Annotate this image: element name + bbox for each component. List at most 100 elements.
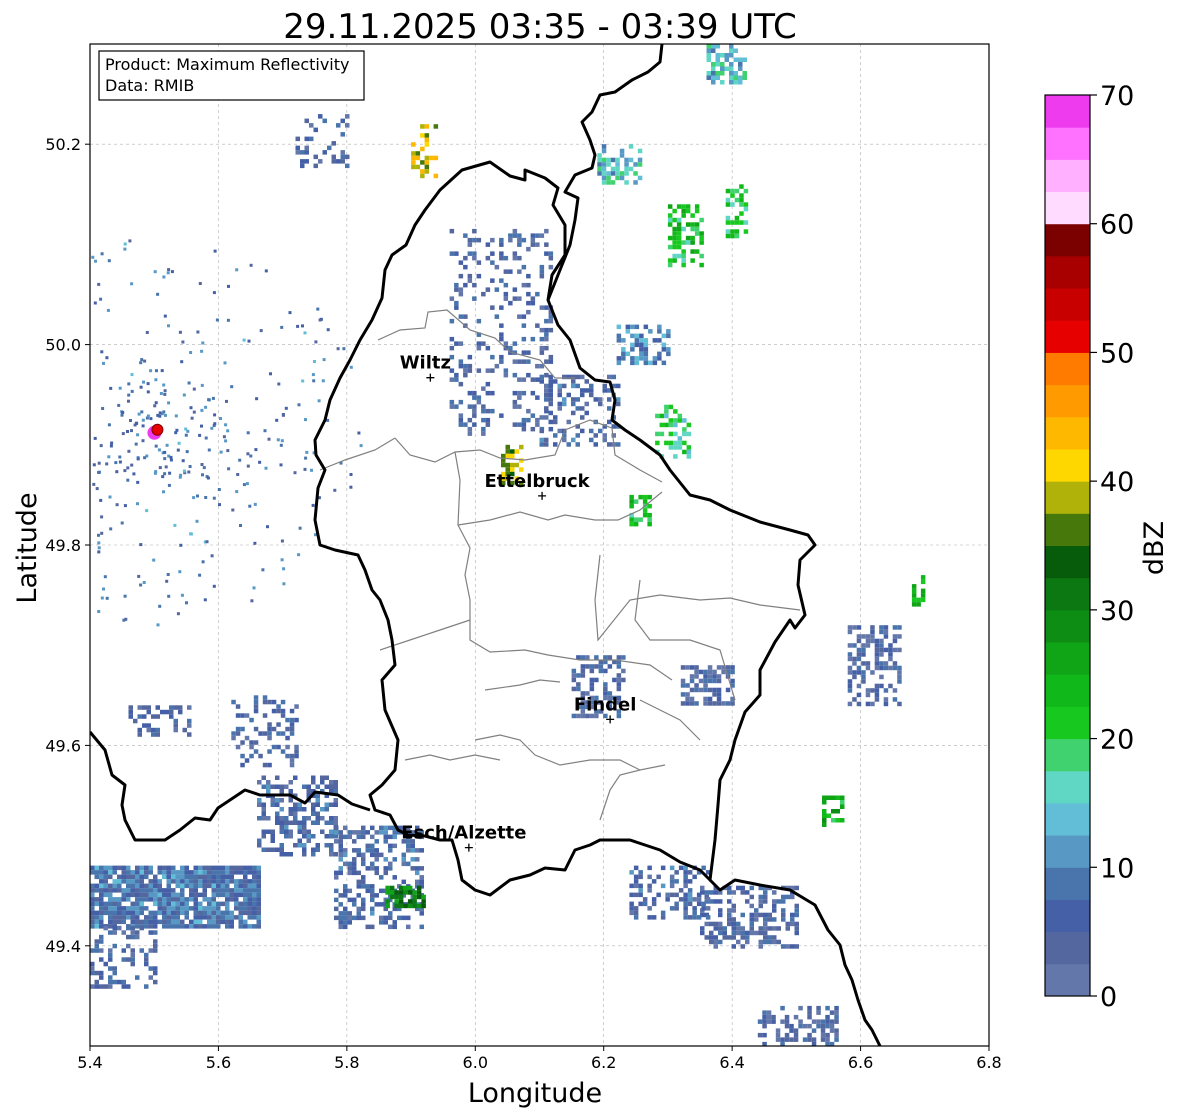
y-tick-label-3: 50.0: [45, 336, 81, 355]
echo-pixel: [772, 926, 777, 931]
echo-pixel: [689, 665, 695, 670]
colorbar-segment-7: [1045, 738, 1090, 772]
echo-pixel: [745, 930, 750, 936]
echo-pixel: [347, 911, 352, 916]
echo-pixel: [261, 807, 266, 812]
echo-pixel: [90, 919, 95, 925]
echo-pixel: [266, 780, 271, 785]
echo-pixel: [144, 919, 149, 925]
echo-pixel: [338, 830, 343, 835]
echo-pixel: [256, 883, 261, 889]
echo-pixel: [229, 910, 234, 916]
echo-pixel: [361, 879, 366, 885]
echo-pixel: [690, 249, 695, 254]
echo-pixel: [647, 865, 652, 871]
echo-pixel: [139, 888, 144, 893]
echo-pixel: [629, 503, 634, 509]
echo-pixel: [594, 677, 599, 683]
echo-pixel: [668, 440, 674, 446]
echo-pixel: [580, 392, 585, 398]
echo-pixel: [315, 820, 320, 825]
echo-pixel: [275, 847, 280, 852]
echo-pixel: [690, 226, 695, 232]
echo-pixel: [566, 442, 571, 447]
echo-pixel: [467, 237, 473, 243]
echo-pixel: [334, 897, 339, 903]
echo-pixel: [730, 669, 735, 675]
clutter-pixel: [217, 488, 221, 491]
echo-pixel: [694, 683, 699, 688]
echo-pixel: [202, 870, 207, 875]
echo-pixel: [647, 888, 652, 893]
echo-pixel: [834, 1032, 839, 1038]
echo-pixel: [694, 222, 700, 227]
echo-pixel: [593, 397, 598, 402]
echo-pixel: [638, 517, 643, 522]
echo-pixel: [338, 920, 343, 925]
echo-pixel: [661, 347, 667, 352]
echo-pixel: [270, 834, 275, 839]
echo-pixel: [651, 901, 657, 907]
echo-pixel: [530, 377, 536, 382]
echo-pixel: [415, 151, 421, 156]
echo-pixel: [202, 924, 207, 929]
echo-pixel: [184, 906, 189, 911]
clutter-pixel: [223, 361, 227, 365]
echo-pixel: [284, 829, 289, 834]
clutter-pixel: [100, 531, 104, 535]
echo-pixel: [257, 802, 262, 807]
echo-pixel: [794, 930, 799, 936]
clutter-pixel: [97, 282, 101, 286]
echo-pixel: [807, 1005, 812, 1011]
clutter-pixel: [296, 324, 300, 328]
echo-pixel: [512, 228, 518, 234]
echo-pixel: [696, 915, 702, 920]
echo-pixel: [458, 341, 464, 346]
echo-pixel: [601, 166, 607, 172]
echo-pixel: [99, 910, 104, 916]
echo-pixel: [548, 327, 554, 333]
echo-pixel: [108, 952, 113, 958]
clutter-pixel: [163, 389, 167, 393]
echo-pixel: [512, 287, 518, 292]
echo-pixel: [892, 634, 898, 639]
echo-pixel: [789, 1028, 794, 1033]
city-label-1: Ettelbruck: [485, 471, 591, 492]
echo-pixel: [415, 848, 420, 853]
colorbar-segment-23: [1045, 223, 1090, 257]
echo-pixel: [121, 930, 126, 935]
echo-pixel: [454, 282, 459, 288]
echo-pixel: [415, 155, 421, 161]
echo-pixel: [672, 258, 677, 263]
echo-pixel: [678, 897, 684, 902]
echo-pixel: [544, 397, 549, 402]
echo-pixel: [745, 890, 750, 895]
echo-pixel: [374, 902, 379, 907]
echo-pixel: [352, 915, 357, 921]
echo-pixel: [361, 857, 366, 862]
echo-pixel: [861, 652, 866, 657]
x-axis-label: Longitude: [468, 1078, 602, 1109]
echo-pixel: [169, 709, 174, 715]
echo-pixel: [512, 399, 518, 405]
echo-pixel: [694, 669, 699, 675]
echo-pixel: [669, 892, 675, 898]
echo-pixel: [252, 924, 257, 929]
echo-pixel: [302, 807, 307, 812]
echo-pixel: [338, 866, 343, 871]
clutter-pixel: [140, 358, 144, 362]
clutter-pixel: [128, 239, 132, 243]
echo-pixel: [734, 188, 740, 194]
echo-pixel: [897, 679, 902, 684]
echo-pixel: [294, 753, 299, 759]
echo-pixel: [202, 874, 207, 880]
echo-pixel: [794, 944, 799, 949]
echo-pixel: [634, 342, 640, 348]
echo-pixel: [794, 903, 799, 909]
echo-pixel: [220, 915, 225, 920]
clutter-pixel: [279, 443, 283, 447]
echo-pixel: [275, 816, 280, 821]
x-tick-label-5: 6.4: [719, 1053, 744, 1072]
echo-pixel: [211, 901, 216, 907]
echo-pixel: [698, 669, 704, 675]
